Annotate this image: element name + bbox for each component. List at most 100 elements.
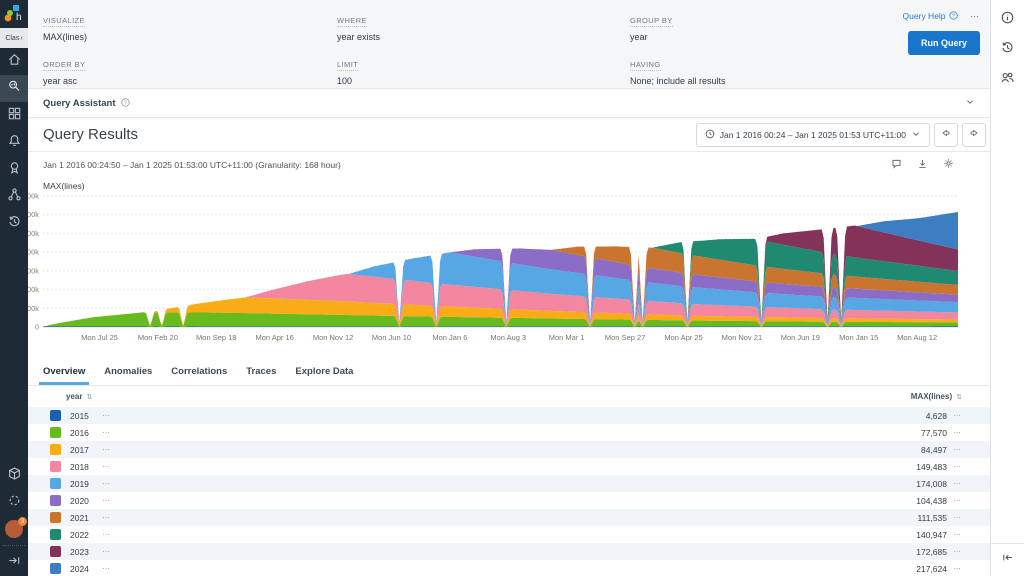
honeycomb-logo-icon[interactable]: h — [0, 0, 28, 28]
tab-correlations[interactable]: Correlations — [171, 366, 227, 385]
x-axis-tick-label: Mon Feb 20 — [138, 333, 178, 342]
team-activity-button[interactable] — [996, 68, 1020, 92]
dashed-circle-icon — [7, 493, 22, 513]
environment-switcher[interactable]: Clas › — [0, 28, 28, 48]
user-avatar[interactable]: 3 — [5, 520, 23, 538]
order-by-value[interactable]: year asc — [43, 76, 337, 86]
table-row[interactable]: 2023⋯172,685⋯ — [28, 543, 990, 560]
stacked-area-chart[interactable]: 0100k200k300k400k500k600k700kMon Jul 25M… — [28, 192, 978, 350]
sidebar-expand-button[interactable] — [0, 549, 28, 576]
row-menu-icon[interactable]: ⋯ — [953, 428, 962, 437]
field-group-by[interactable]: GROUP BY year — [630, 10, 843, 42]
chart-settings-button[interactable] — [943, 156, 954, 174]
table-row[interactable]: 2024⋯217,624⋯ — [28, 560, 990, 576]
year-cell: 2022 — [70, 530, 96, 540]
row-menu-icon[interactable]: ⋯ — [102, 513, 111, 522]
row-menu-icon[interactable]: ⋯ — [102, 530, 111, 539]
table-row[interactable]: 2016⋯77,570⋯ — [28, 424, 990, 441]
sidebar-item-query[interactable] — [0, 75, 28, 102]
table-row[interactable]: 2015 ⋯ 4,628 ⋯ — [28, 407, 990, 424]
table-row[interactable]: 2021⋯111,535⋯ — [28, 509, 990, 526]
series-color-swatch — [50, 512, 61, 523]
sidebar-item-boards[interactable] — [0, 102, 28, 129]
series-color-swatch — [50, 529, 61, 540]
row-menu-icon[interactable]: ⋯ — [953, 496, 962, 505]
sidebar-item-service-map[interactable] — [0, 183, 28, 210]
query-more-menu[interactable]: ⋯ — [970, 11, 980, 21]
query-assistant-bar[interactable]: Query Assistant ? — [28, 88, 990, 118]
table-row[interactable]: 2018⋯149,483⋯ — [28, 458, 990, 475]
time-range-selector[interactable]: Jan 1 2016 00:24 – Jan 1 2025 01:53 UTC+… — [696, 123, 930, 147]
main-panel: VISUALIZE MAX(lines) WHERE year exists G… — [28, 0, 990, 576]
cube-icon — [7, 466, 22, 486]
sidebar-item-status[interactable] — [0, 489, 28, 516]
column-header-max-lines[interactable]: MAX(lines) — [911, 392, 952, 401]
history-clock-icon — [7, 214, 22, 234]
year-cell: 2023 — [70, 547, 96, 557]
tab-overview[interactable]: Overview — [43, 366, 85, 385]
comment-button[interactable] — [891, 156, 902, 174]
table-row[interactable]: 2017⋯84,497⋯ — [28, 441, 990, 458]
tab-traces[interactable]: Traces — [246, 366, 276, 385]
run-query-button[interactable]: Run Query — [908, 31, 980, 55]
year-cell: 2015 — [70, 411, 96, 421]
max-lines-cell: 4,628 — [926, 411, 947, 421]
visualize-value[interactable]: MAX(lines) — [43, 32, 337, 42]
row-menu-icon[interactable]: ⋯ — [102, 411, 111, 420]
row-menu-icon[interactable]: ⋯ — [953, 479, 962, 488]
group-by-value[interactable]: year — [630, 32, 843, 42]
row-menu-icon[interactable]: ⋯ — [953, 462, 962, 471]
comment-bubble-icon — [891, 156, 902, 174]
table-row[interactable]: 2020⋯104,438⋯ — [28, 492, 990, 509]
table-row[interactable]: 2019⋯174,008⋯ — [28, 475, 990, 492]
time-shift-forward-button[interactable] — [962, 123, 986, 147]
field-visualize[interactable]: VISUALIZE MAX(lines) — [43, 10, 337, 42]
results-table: year ⇅ MAX(lines) ⇅ 2015⋯4,628⋯2016⋯77,5… — [28, 386, 990, 576]
row-menu-icon[interactable]: ⋯ — [953, 411, 962, 420]
sidebar-item-datasets[interactable] — [0, 462, 28, 489]
download-button[interactable] — [917, 156, 928, 174]
row-menu-icon[interactable]: ⋯ — [102, 547, 111, 556]
tab-explore-data[interactable]: Explore Data — [295, 366, 353, 385]
sidebar-item-slos[interactable] — [0, 156, 28, 183]
sort-icon[interactable]: ⇅ — [86, 393, 92, 401]
granularity-text: Jan 1 2016 00:24:50 – Jan 1 2025 01:53:0… — [43, 160, 341, 170]
column-header-year[interactable]: year — [66, 392, 82, 401]
row-menu-icon[interactable]: ⋯ — [102, 462, 111, 471]
visualize-label: VISUALIZE — [43, 16, 85, 27]
assistant-expand-toggle[interactable] — [965, 94, 975, 112]
series-color-swatch — [50, 495, 61, 506]
row-menu-icon[interactable]: ⋯ — [102, 564, 111, 573]
limit-value[interactable]: 100 — [337, 76, 630, 86]
row-menu-icon[interactable]: ⋯ — [953, 530, 962, 539]
people-icon — [1000, 70, 1015, 90]
sidebar-item-home[interactable] — [0, 48, 28, 75]
time-shift-back-button[interactable] — [934, 123, 958, 147]
sidebar-item-history[interactable] — [0, 210, 28, 237]
where-value[interactable]: year exists — [337, 32, 630, 42]
row-menu-icon[interactable]: ⋯ — [953, 547, 962, 556]
query-history-button[interactable] — [996, 38, 1020, 62]
field-order-by[interactable]: ORDER BY year asc — [43, 54, 337, 86]
row-menu-icon[interactable]: ⋯ — [953, 513, 962, 522]
table-row[interactable]: 2022⋯140,947⋯ — [28, 526, 990, 543]
sidebar-item-triggers[interactable] — [0, 129, 28, 156]
sort-icon[interactable]: ⇅ — [956, 393, 962, 401]
details-panel-button[interactable] — [996, 8, 1020, 32]
y-axis-tick-label: 600k — [28, 210, 39, 219]
row-menu-icon[interactable]: ⋯ — [102, 445, 111, 454]
field-where[interactable]: WHERE year exists — [337, 10, 630, 42]
row-menu-icon[interactable]: ⋯ — [102, 479, 111, 488]
max-lines-cell: 217,624 — [916, 564, 947, 574]
row-menu-icon[interactable]: ⋯ — [102, 428, 111, 437]
row-menu-icon[interactable]: ⋯ — [102, 496, 111, 505]
tab-anomalies[interactable]: Anomalies — [104, 366, 152, 385]
row-menu-icon[interactable]: ⋯ — [953, 564, 962, 573]
having-value[interactable]: None; include all results — [630, 76, 843, 86]
year-cell: 2021 — [70, 513, 96, 523]
row-menu-icon[interactable]: ⋯ — [953, 445, 962, 454]
field-limit[interactable]: LIMIT 100 — [337, 54, 630, 86]
right-sidebar-collapse[interactable] — [991, 543, 1024, 576]
query-help-link[interactable]: Query Help ? — [903, 11, 958, 22]
field-having[interactable]: HAVING None; include all results — [630, 54, 843, 86]
